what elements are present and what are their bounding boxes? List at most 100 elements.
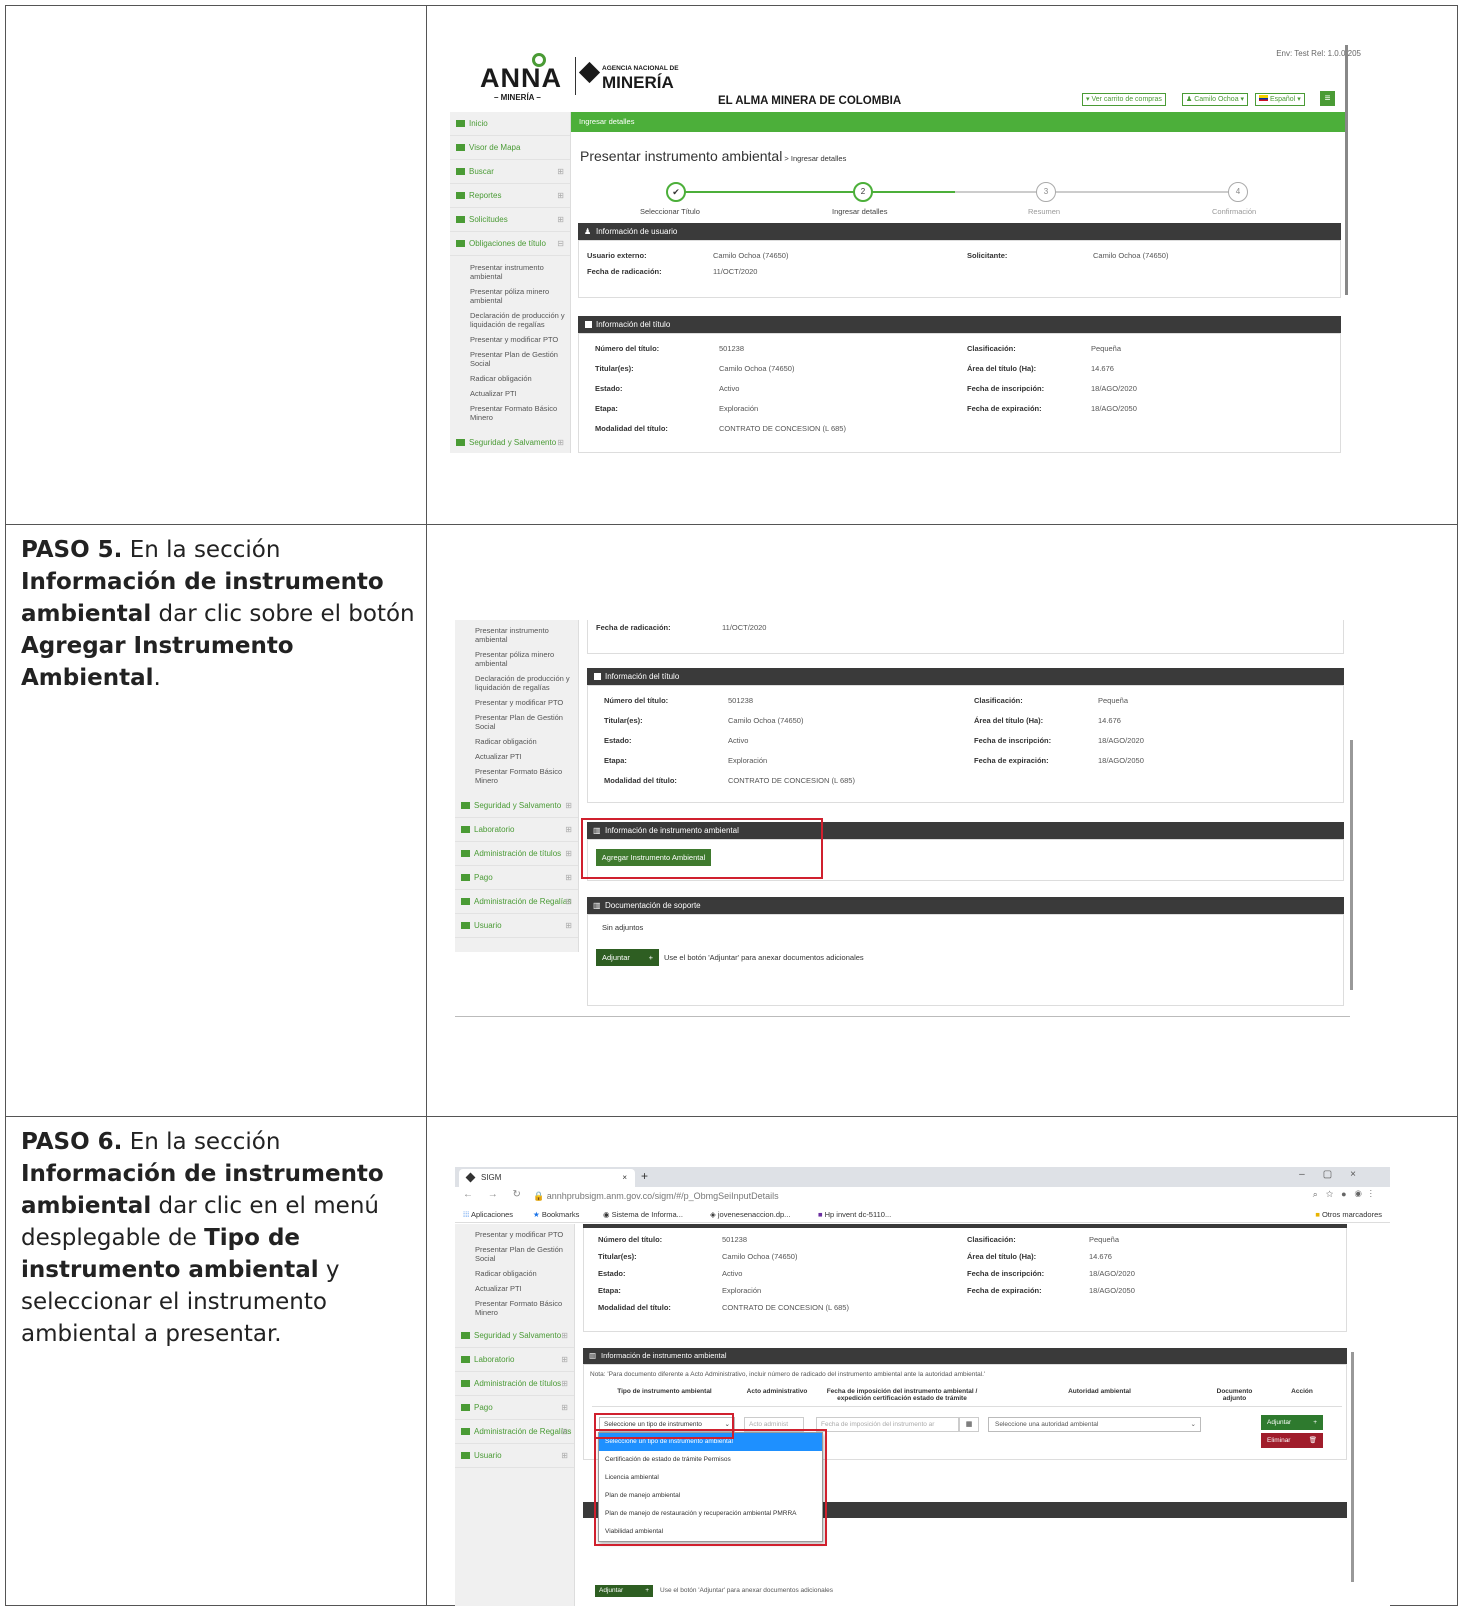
- wizard-step-4: 4: [1228, 182, 1248, 202]
- sidebar-subitem[interactable]: Presentar y modificar PTO: [455, 1224, 574, 1242]
- title-info-header: Información del título: [578, 316, 1341, 333]
- browser-toolbar: ← → ↻ 🔒 annhprubsigm.anm.gov.co/sigm/#/p…: [455, 1187, 1390, 1206]
- agency-big: MINERÍA: [602, 73, 674, 92]
- sidebar-subitem[interactable]: Radicar obligación: [450, 371, 570, 386]
- cart-button[interactable]: ▾ Ver carrito de compras: [1082, 93, 1166, 106]
- sidebar-item-laboratorio[interactable]: Laboratorio ⊞: [455, 818, 578, 842]
- column-divider: [426, 6, 427, 1605]
- sidebar-item-visor[interactable]: Visor de Mapa: [450, 136, 570, 160]
- bookmark-other[interactable]: ■ Otros marcadores: [1315, 1206, 1382, 1223]
- wizard-label: Resumen: [1028, 207, 1061, 216]
- agency-small: AGENCIA NACIONAL DE: [602, 65, 679, 72]
- language-button[interactable]: Español ▾: [1255, 93, 1305, 106]
- eliminar-button[interactable]: Eliminar 🗑: [1261, 1433, 1323, 1448]
- sidebar-item-usuario[interactable]: Usuario ⊞: [455, 914, 578, 938]
- title-info-header: Información del título: [587, 668, 1344, 685]
- sidebar-subitem[interactable]: Radicar obligación: [455, 1266, 574, 1281]
- sidebar-subitem[interactable]: Presentar instrumento ambiental: [450, 260, 570, 284]
- sidebar-item-pago[interactable]: Pago ⊞: [455, 1396, 574, 1420]
- scrollbar[interactable]: [1351, 1352, 1354, 1582]
- wizard-step-2: 2: [853, 182, 873, 202]
- user-menu-button[interactable]: ♟ Camilo Ochoa ▾: [1182, 93, 1249, 106]
- browser-tabbar: SIGM × + –▢×: [455, 1167, 1390, 1187]
- autoridad-select[interactable]: Seleccione una autoridad ambiental ⌄: [988, 1417, 1201, 1432]
- bookmark-apps[interactable]: ⁞⁞⁞ Aplicaciones: [463, 1206, 513, 1223]
- sidebar-subitem[interactable]: Presentar Formato Básico Minero: [455, 764, 578, 788]
- sidebar-item-obligaciones[interactable]: Obligaciones de título ⊟: [450, 232, 570, 256]
- sidebar-subitem[interactable]: Presentar póliza minero ambiental: [450, 284, 570, 308]
- adjuntar-button[interactable]: Adjuntar +: [1261, 1415, 1323, 1430]
- bookmark-item[interactable]: ◉ Sistema de Informa...: [603, 1206, 683, 1223]
- new-tab-icon[interactable]: +: [641, 1169, 648, 1183]
- sidebar-item-admin-titulos[interactable]: Administración de títulos ⊞: [455, 842, 578, 866]
- row-divider: [6, 1116, 1457, 1117]
- sidebar: Inicio Visor de Mapa Buscar ⊞ Reportes ⊞ S…: [450, 112, 571, 453]
- browser-extension-icons[interactable]: ⌕☆●◉⋮: [1313, 1189, 1380, 1200]
- calendar-icon[interactable]: ▦: [959, 1417, 979, 1432]
- url-bar[interactable]: 🔒 annhprubsigm.anm.gov.co/sigm/#/p_ObmgS…: [533, 1188, 779, 1205]
- screenshot-3: SIGM × + –▢× ← → ↻ 🔒 annhprubsigm.anm.gov…: [455, 1167, 1390, 1606]
- sidebar-item-laboratorio[interactable]: Laboratorio ⊞: [455, 1348, 574, 1372]
- nav-arrows-icon[interactable]: ← → ↻: [463, 1189, 527, 1200]
- adjuntar-button[interactable]: Adjuntar +: [596, 949, 659, 966]
- wizard-label: Ingresar detalles: [832, 207, 888, 216]
- title-info-panel: Número del título: 501238 Titular(es): Cam…: [578, 333, 1341, 453]
- adjuntar-button[interactable]: Adjuntar +: [595, 1585, 653, 1597]
- sidebar-subitem[interactable]: Presentar Plan de Gestión Social: [455, 710, 578, 734]
- sidebar-subitem[interactable]: Actualizar PTI: [450, 386, 570, 401]
- sidebar-subitem[interactable]: Presentar póliza minero ambiental: [455, 647, 578, 671]
- nota-text: Nota: 'Para documento diferente a Acto A…: [590, 1371, 986, 1378]
- highlight-box: [594, 1429, 827, 1546]
- hamburger-menu-icon[interactable]: ≡: [1320, 91, 1335, 106]
- browser-tab[interactable]: SIGM ×: [459, 1169, 635, 1187]
- env-label: Env: Test Rel: 1.0.0.205: [1276, 49, 1361, 58]
- sidebar-item-seguridad[interactable]: Seguridad y Salvamento ⊞: [455, 794, 578, 818]
- sidebar-item-admin-regalias[interactable]: Administración de Regalías ⊞: [455, 1420, 574, 1444]
- sidebar-item-reportes[interactable]: Reportes ⊞: [450, 184, 570, 208]
- sidebar-subitem[interactable]: Presentar y modificar PTO: [450, 332, 570, 347]
- wizard-label: Seleccionar Título: [640, 207, 700, 216]
- bookmark-item[interactable]: ★ Bookmarks: [533, 1206, 579, 1223]
- row-divider: [6, 524, 1457, 525]
- bookmark-item[interactable]: ■ Hp invent dc-5110...: [818, 1206, 891, 1223]
- sidebar: Presentar y modificar PTO Presentar Plan…: [455, 1224, 575, 1606]
- sidebar-subitem[interactable]: Declaración de producción y liquidación …: [450, 308, 570, 332]
- sidebar-item-admin-regalias[interactable]: Administración de Regalías ⊞: [455, 890, 578, 914]
- bookmark-item[interactable]: ◈ jovenesenaccion.dp...: [710, 1206, 790, 1223]
- wizard-label: Confirmación: [1212, 207, 1257, 216]
- title-info-panel: Número del título: 501238 Titular(es): Cam…: [583, 1228, 1347, 1332]
- sidebar-subitem[interactable]: Presentar Plan de Gestión Social: [455, 1242, 574, 1266]
- scrollbar[interactable]: [1345, 45, 1348, 295]
- sidebar-item-admin-titulos[interactable]: Administración de títulos ⊞: [455, 1372, 574, 1396]
- sidebar-item-solicitudes[interactable]: Solicitudes ⊞: [450, 208, 570, 232]
- sidebar-item-pago[interactable]: Pago ⊞: [455, 866, 578, 890]
- scrollbar[interactable]: [1350, 740, 1353, 990]
- step6-instructions: PASO 6. En la sección Información de ins…: [21, 1129, 384, 1347]
- highlight-box: [581, 818, 823, 879]
- user-info-panel: Usuario externo: Camilo Ochoa (74650) Fe…: [578, 240, 1341, 298]
- sidebar-subitem[interactable]: Actualizar PTI: [455, 749, 578, 764]
- instrumento-table-header: Tipo de instrumento ambiental Acto admin…: [592, 1385, 1342, 1407]
- close-tab-icon: ×: [622, 1173, 627, 1182]
- sidebar-item-seguridad[interactable]: Seguridad y Salvamento ⊞: [450, 431, 570, 453]
- sidebar-item-buscar[interactable]: Buscar ⊞: [450, 160, 570, 184]
- soporte-header: ▥ Documentación de soporte: [587, 897, 1344, 914]
- sidebar-subitem[interactable]: Declaración de producción y liquidación …: [455, 671, 578, 695]
- fecha-input[interactable]: Fecha de imposición del instrumento ar: [816, 1417, 959, 1432]
- sidebar-item-inicio[interactable]: Inicio: [450, 112, 570, 136]
- sidebar-subitem[interactable]: Presentar Plan de Gestión Social: [450, 347, 570, 371]
- window-controls[interactable]: –▢×: [1299, 1169, 1374, 1180]
- slogan: EL ALMA MINERA DE COLOMBIA: [718, 95, 902, 107]
- sidebar-subitem[interactable]: Actualizar PTI: [455, 1281, 574, 1296]
- step5-instructions: PASO 5. En la sección Información de ins…: [21, 537, 415, 691]
- sidebar-subitem[interactable]: Presentar instrumento ambiental: [455, 620, 578, 647]
- sidebar-subitem[interactable]: Presentar y modificar PTO: [455, 695, 578, 710]
- anna-logo: ANNA – MINERÍA –: [480, 53, 595, 103]
- sidebar-subitem[interactable]: Radicar obligación: [455, 734, 578, 749]
- wizard-step-3: 3: [1036, 182, 1056, 202]
- sidebar-item-seguridad[interactable]: Seguridad y Salvamento ⊞: [455, 1324, 574, 1348]
- sidebar-item-usuario[interactable]: Usuario ⊞: [455, 1444, 574, 1468]
- sidebar-subitem[interactable]: Presentar Formato Básico Minero: [455, 1296, 574, 1320]
- screenshot-2: Presentar instrumento ambiental Presenta…: [455, 620, 1385, 1040]
- sidebar-subitem[interactable]: Presentar Formato Básico Minero: [450, 401, 570, 425]
